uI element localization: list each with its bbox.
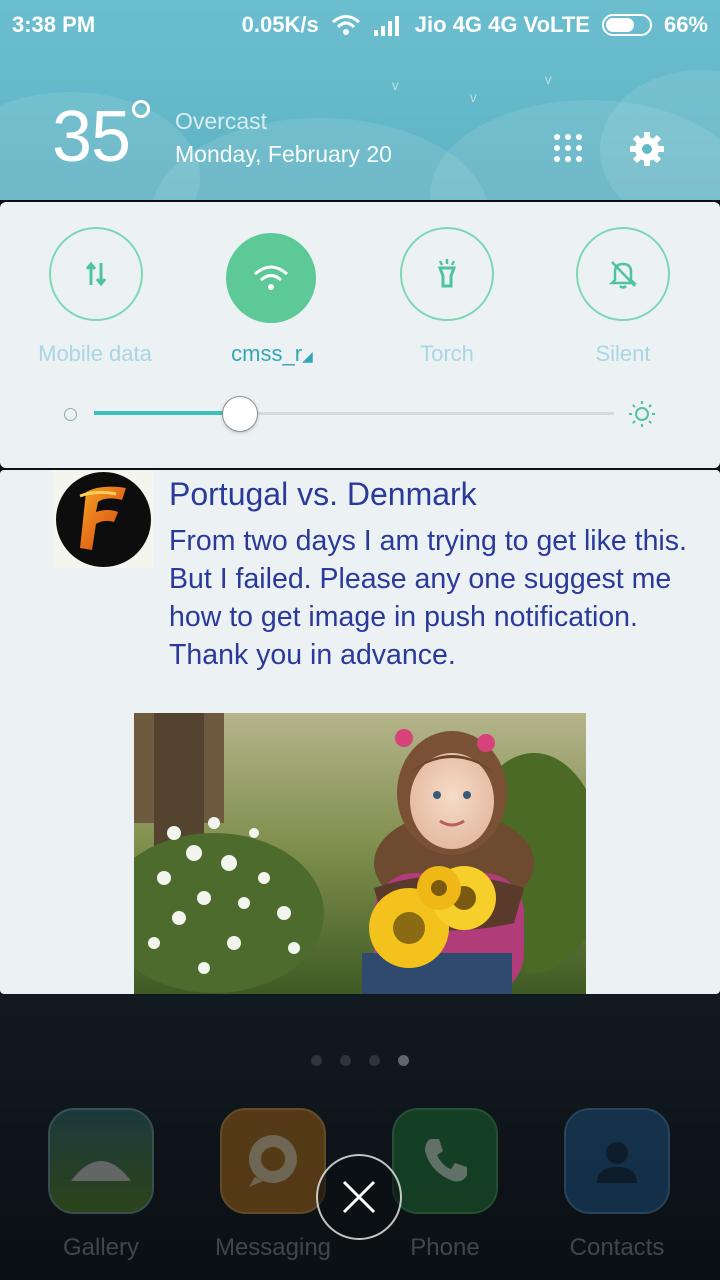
notification-image — [134, 713, 586, 994]
toggle-mobile-data[interactable] — [49, 227, 143, 321]
app-grid-icon[interactable] — [553, 133, 583, 163]
bird-decoration: ᵛ — [392, 78, 399, 100]
network-speed: 0.05K/s — [241, 12, 319, 37]
weather-temperature[interactable]: 35 — [52, 96, 131, 178]
push-notification-card[interactable]: Portugal vs. Denmark From two days I am … — [0, 470, 720, 994]
silent-bell-icon — [608, 261, 638, 289]
f-logo-icon — [56, 472, 151, 567]
dock-app-phone[interactable] — [392, 1108, 498, 1214]
notification-shade-header: 3:38 PM 0.05K/s Jio 4G 4G VoLTE 66% ᵛ ᵛ … — [0, 0, 720, 200]
bird-decoration: ᵛ — [470, 90, 477, 112]
battery-icon — [601, 14, 652, 36]
mobile-data-icon — [85, 261, 107, 287]
contacts-icon — [597, 1142, 637, 1183]
weather-condition[interactable]: Overcast — [175, 108, 267, 135]
dock-app-contacts[interactable] — [564, 1108, 670, 1214]
brightness-slider-thumb[interactable] — [221, 396, 258, 432]
toggle-label-mobile-data: Mobile data — [38, 341, 152, 366]
battery-percent: 66% — [663, 12, 708, 37]
dock-label-contacts: Contacts — [569, 1234, 665, 1261]
clear-notifications-button[interactable] — [316, 1154, 402, 1240]
page-indicator-dot — [369, 1055, 380, 1066]
wifi-dropdown-icon[interactable]: ◢ — [302, 348, 313, 364]
status-bar: 3:38 PM 0.05K/s Jio 4G 4G VoLTE 66% — [0, 0, 720, 50]
close-icon — [342, 1180, 376, 1214]
current-date[interactable]: Monday, February 20 — [175, 141, 392, 168]
dock-label-phone: Phone — [410, 1234, 480, 1261]
settings-gear-icon[interactable] — [629, 131, 665, 167]
app-icon-frame — [53, 470, 153, 568]
wifi-icon — [254, 265, 288, 290]
status-time: 3:38 PM — [12, 12, 96, 37]
toggle-label-wifi: cmss_r◢ — [231, 341, 313, 366]
notification-body: From two days I am trying to get like th… — [169, 525, 687, 671]
toggle-silent[interactable] — [576, 227, 670, 321]
toggle-label-silent: Silent — [595, 341, 651, 366]
brightness-low-icon — [64, 408, 77, 421]
carrier-label: Jio 4G 4G VoLTE — [414, 12, 590, 37]
brightness-slider-fill — [94, 411, 240, 415]
notification-title: Portugal vs. Denmark — [169, 476, 477, 512]
signal-strength-icon — [373, 16, 399, 36]
bird-decoration: ᵛ — [545, 72, 552, 94]
torch-icon — [437, 259, 457, 288]
dock-app-gallery[interactable] — [48, 1108, 154, 1214]
brightness-high-icon — [629, 401, 655, 427]
page-indicator-dot — [311, 1055, 322, 1066]
degree-symbol — [132, 100, 150, 118]
toggle-wifi[interactable] — [226, 233, 316, 323]
wifi-status-icon — [331, 15, 360, 35]
messaging-icon — [249, 1135, 297, 1187]
dock-label-messaging: Messaging — [214, 1234, 332, 1261]
page-indicator-dot — [340, 1055, 351, 1066]
toggle-torch[interactable] — [400, 227, 494, 321]
gallery-icon — [71, 1161, 131, 1181]
phone-icon — [425, 1139, 467, 1182]
dock-app-messaging[interactable] — [220, 1108, 326, 1214]
dock-label-gallery: Gallery — [62, 1234, 140, 1261]
toggle-label-torch: Torch — [420, 341, 474, 366]
page-indicator-dot-current — [398, 1055, 409, 1066]
